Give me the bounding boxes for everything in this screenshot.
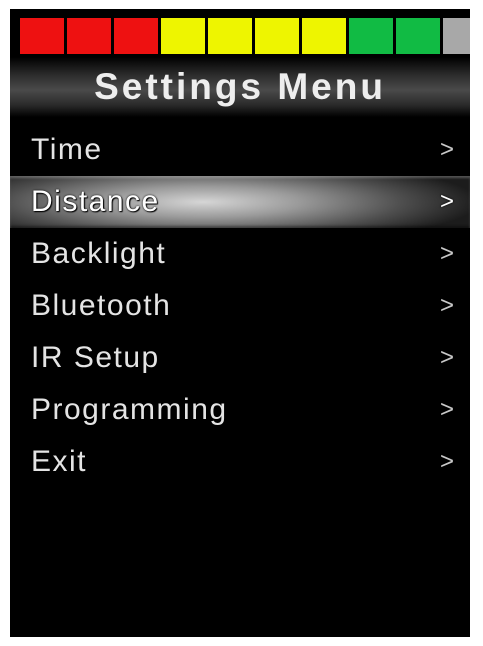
settings-menu-list: Time > Distance > Backlight > Bluetooth … [10,124,470,488]
menu-item-label: Bluetooth [31,289,172,322]
menu-item-label: Time [31,133,103,166]
battery-segment [443,18,470,54]
battery-segment [208,18,252,54]
battery-segment [67,18,111,54]
battery-segment [302,18,346,54]
battery-level-bar [20,18,470,54]
menu-header: Settings Menu [10,57,470,117]
battery-segment [396,18,440,54]
menu-item-ir-setup[interactable]: IR Setup > [10,332,470,384]
chevron-right-icon: > [439,240,454,267]
chevron-right-icon: > [439,448,454,475]
chevron-right-icon: > [439,292,454,319]
battery-segment [114,18,158,54]
menu-item-label: Distance [31,185,160,218]
battery-segment [349,18,393,54]
battery-segment [255,18,299,54]
menu-item-exit[interactable]: Exit > [10,436,470,488]
page-title: Settings Menu [94,66,386,107]
menu-item-distance[interactable]: Distance > [10,176,470,228]
battery-segment [161,18,205,54]
chevron-right-icon: > [439,344,454,371]
chevron-right-icon: > [439,188,454,215]
menu-item-label: Exit [31,445,88,478]
menu-item-label: Backlight [31,237,167,270]
menu-item-time[interactable]: Time > [10,124,470,176]
menu-item-bluetooth[interactable]: Bluetooth > [10,280,470,332]
menu-item-label: IR Setup [31,341,160,374]
menu-item-label: Programming [31,393,228,426]
menu-item-programming[interactable]: Programming > [10,384,470,436]
device-screen: Settings Menu Time > Distance > Backligh… [10,9,470,637]
chevron-right-icon: > [439,136,454,163]
battery-segment [20,18,64,54]
menu-item-backlight[interactable]: Backlight > [10,228,470,280]
chevron-right-icon: > [439,396,454,423]
